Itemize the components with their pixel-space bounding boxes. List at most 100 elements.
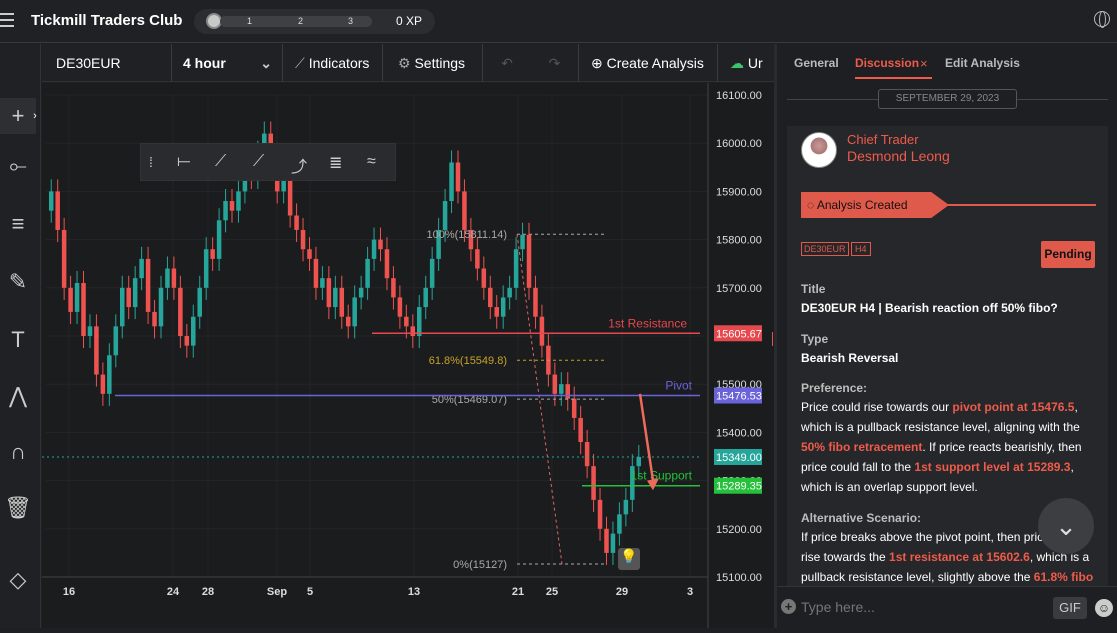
candle-body [513,249,519,288]
path-tool-icon[interactable]: ⤴ [291,153,307,177]
brush-icon[interactable]: ✎ [0,264,36,300]
create-analysis-label: Create Analysis [606,55,704,71]
lightbulb-icon: ◌ [807,198,815,212]
candle-body [339,287,345,317]
candle-body [100,374,106,394]
y-tick-label: 15800.00 [716,235,762,247]
candle-body [533,287,538,317]
candle-body [107,355,112,394]
preference-label: Preference: [801,381,868,395]
y-tick-label: 15900.00 [716,186,762,198]
settings-button[interactable]: ⚙ Settings [383,44,483,82]
candle-body [617,514,622,534]
create-analysis-button[interactable]: ⊕ Create Analysis [579,44,718,82]
candle-body [236,191,241,211]
chart-toolbar: DE30EUR 4 hour ⌄ ⟋ Indicators ⚙ Settings … [42,44,774,82]
candle-body [126,287,131,308]
lightbulb-icon[interactable]: 💡 [618,548,640,570]
expand-chevron-icon[interactable]: › [30,98,40,134]
x-tick-label: 5 [307,586,313,598]
cloud-icon: ☁ [730,55,744,71]
plus-circle-icon: ⊕ [591,55,603,71]
segment-tool-icon[interactable]: ⟋ [253,153,264,171]
globe-icon[interactable] [1094,11,1110,28]
candle-body [139,258,144,279]
message-input[interactable] [801,595,1041,619]
tab-edit-analysis[interactable]: Edit Analysis [945,56,1020,70]
candle-body [597,499,603,529]
candle-body [481,268,487,288]
author-name[interactable]: Desmond Leong [847,148,950,164]
settings-label: Settings [414,55,466,71]
emoji-icon[interactable]: ☺ [1095,599,1113,617]
top-bar: Tickmill Traders Club 1 2 3 0 XP [0,0,1117,43]
pattern-icon[interactable]: ⋀ [0,378,36,414]
candle-body [565,384,571,399]
candle-body [320,278,325,288]
author-role: Chief Trader [847,132,919,147]
redo-button[interactable]: ↷ [531,44,579,82]
layers-icon[interactable]: ◇ [0,562,36,598]
timeframe-tag: H4 [851,242,871,256]
upload-button[interactable]: ☁ Ur [718,44,774,82]
tab-general[interactable]: General [794,56,839,70]
scroll-down-button[interactable]: ⌄ [1038,498,1094,554]
candle-body [539,316,545,346]
fib-label: 61.8%(15549.8) [429,355,507,367]
fib-label: 100%(15811.14) [426,229,507,241]
close-tab-icon[interactable]: × [920,56,928,71]
text-icon[interactable]: T [0,322,36,358]
tab-discussion[interactable]: Discussion [855,56,919,70]
candle-body [81,282,86,336]
symbol-tag: DE30EUR [801,242,849,256]
x-tick-label: 3 [687,586,693,598]
undo-button[interactable]: ↶ [483,44,531,82]
trendline-icon[interactable]: ⟜ [0,148,36,184]
x-tick-label: 28 [202,586,214,598]
avatar[interactable] [801,132,837,168]
floating-drawing-toolbar[interactable]: ⁞ ⟝ ⟋ ⟋ ⤴ ≣ ≈ [140,143,396,181]
level-2: 2 [298,16,304,26]
candle-body [48,191,54,211]
trash-icon[interactable]: 🗑 [0,490,36,526]
x-tick-label: 24 [167,586,180,598]
y-tick-label: 16100.00 [716,90,762,102]
symbol-select[interactable]: DE30EUR [42,44,172,82]
candle-body [158,287,164,327]
parallel-lines-icon[interactable]: ≡ [0,206,36,242]
candle-body [184,336,190,346]
channel-tool-icon[interactable]: ≣ [329,153,342,173]
candle-body [171,268,177,288]
candle-body [449,162,454,202]
candle-body [475,249,480,269]
x-tick-label: 13 [408,586,420,598]
curve-tool-icon[interactable]: ≈ [367,153,376,171]
menu-icon[interactable] [0,13,16,29]
magnet-icon[interactable]: ∩ [0,434,36,470]
candle-body [636,456,642,467]
title-label: Title [801,282,826,296]
indicators-button[interactable]: ⟋ Indicators [283,44,383,82]
candle-body [68,287,73,312]
candle-body [488,287,493,308]
gif-button[interactable]: GIF [1053,597,1087,619]
candle-body [455,162,461,192]
level-price-text: 15605.67 [716,328,762,340]
candle-body [442,201,448,230]
drag-handle-icon[interactable]: ⁞ [149,154,153,170]
candle-body [571,398,577,418]
level-label: 1st Resistance [608,316,687,330]
xp-value: 0 XP [396,14,423,28]
x-tick-label: 16 [63,586,75,598]
interval-select[interactable]: 4 hour ⌄ [172,44,283,82]
candle-body [55,191,60,230]
candle-body [397,297,403,317]
level-price-text: 15476.53 [716,391,762,403]
ray-tool-icon[interactable]: ⟋ [215,153,226,171]
add-attachment-icon[interactable]: + [781,599,796,614]
candle-body [384,249,390,279]
status-badge: Pending [1041,241,1095,268]
line-tool-icon[interactable]: ⟝ [177,153,190,171]
price-chart[interactable]: 16100.00 16000.00 15900.00 15800.00 15700.00… [42,83,774,628]
analysis-panel: General Discussion × Edit Analysis SEPTE… [777,44,1117,628]
